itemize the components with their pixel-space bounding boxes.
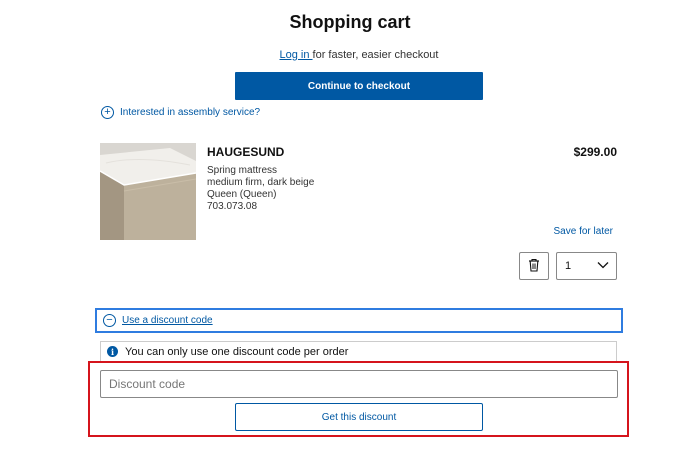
product-name[interactable]: HAUGESUND (207, 145, 284, 159)
plus-circle-icon: + (101, 106, 114, 119)
assembly-service-link[interactable]: + Interested in assembly service? (101, 106, 260, 119)
save-for-later-link[interactable]: Save for later (554, 226, 613, 237)
quantity-value: 1 (565, 260, 572, 272)
login-prompt-text: for faster, easier checkout (312, 49, 439, 61)
quantity-select[interactable]: 1 (556, 252, 617, 280)
assembly-service-label: Interested in assembly service? (120, 107, 261, 118)
mattress-image[interactable] (100, 143, 196, 240)
discount-code-toggle-label: Use a discount code (122, 315, 213, 326)
login-prompt: Log in for faster, easier checkout (0, 49, 700, 61)
page-title: Shopping cart (289, 12, 411, 32)
product-article-number: 703.073.08 (207, 201, 258, 212)
remove-item-button[interactable] (519, 252, 549, 280)
get-discount-button[interactable]: Get this discount (235, 403, 483, 431)
chevron-down-icon (597, 260, 609, 272)
discount-info-text: You can only use one discount code per o… (125, 345, 349, 358)
info-icon: i (107, 346, 118, 357)
minus-circle-icon: − (103, 314, 116, 327)
discount-code-toggle[interactable]: − Use a discount code (95, 308, 623, 333)
continue-to-checkout-button[interactable]: Continue to checkout (235, 72, 483, 100)
discount-code-input[interactable] (100, 370, 618, 398)
trash-icon (528, 258, 540, 275)
product-type: Spring mattress (207, 165, 278, 176)
product-variant: medium firm, dark beige (207, 177, 315, 188)
login-link[interactable]: Log in (280, 49, 313, 61)
discount-info-message: i You can only use one discount code per… (100, 341, 617, 362)
product-size: Queen (Queen) (207, 189, 277, 200)
product-description: Spring mattress medium firm, dark beige … (207, 165, 314, 213)
product-price: $299.00 (573, 145, 617, 159)
